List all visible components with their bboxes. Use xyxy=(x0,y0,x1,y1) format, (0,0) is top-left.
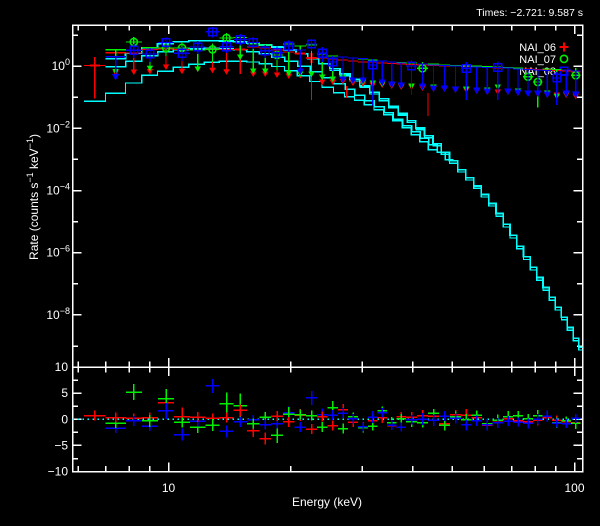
svg-text:5: 5 xyxy=(61,386,68,400)
svg-text:Times: −2.721: 9.587 s: Times: −2.721: 9.587 s xyxy=(476,7,583,19)
svg-text:−5: −5 xyxy=(54,438,68,452)
svg-text:10: 10 xyxy=(162,481,176,495)
svg-text:100: 100 xyxy=(564,481,584,495)
svg-text:−10: −10 xyxy=(48,465,69,479)
svg-text:Energy (keV): Energy (keV) xyxy=(292,495,362,509)
svg-text:10: 10 xyxy=(55,360,69,374)
svg-text:NAI_06: NAI_06 xyxy=(519,42,556,54)
svg-text:Rate (counts s−1 keV−1): Rate (counts s−1 keV−1) xyxy=(25,134,41,260)
svg-text:0: 0 xyxy=(61,412,68,426)
svg-text:NAI_07: NAI_07 xyxy=(519,54,556,66)
